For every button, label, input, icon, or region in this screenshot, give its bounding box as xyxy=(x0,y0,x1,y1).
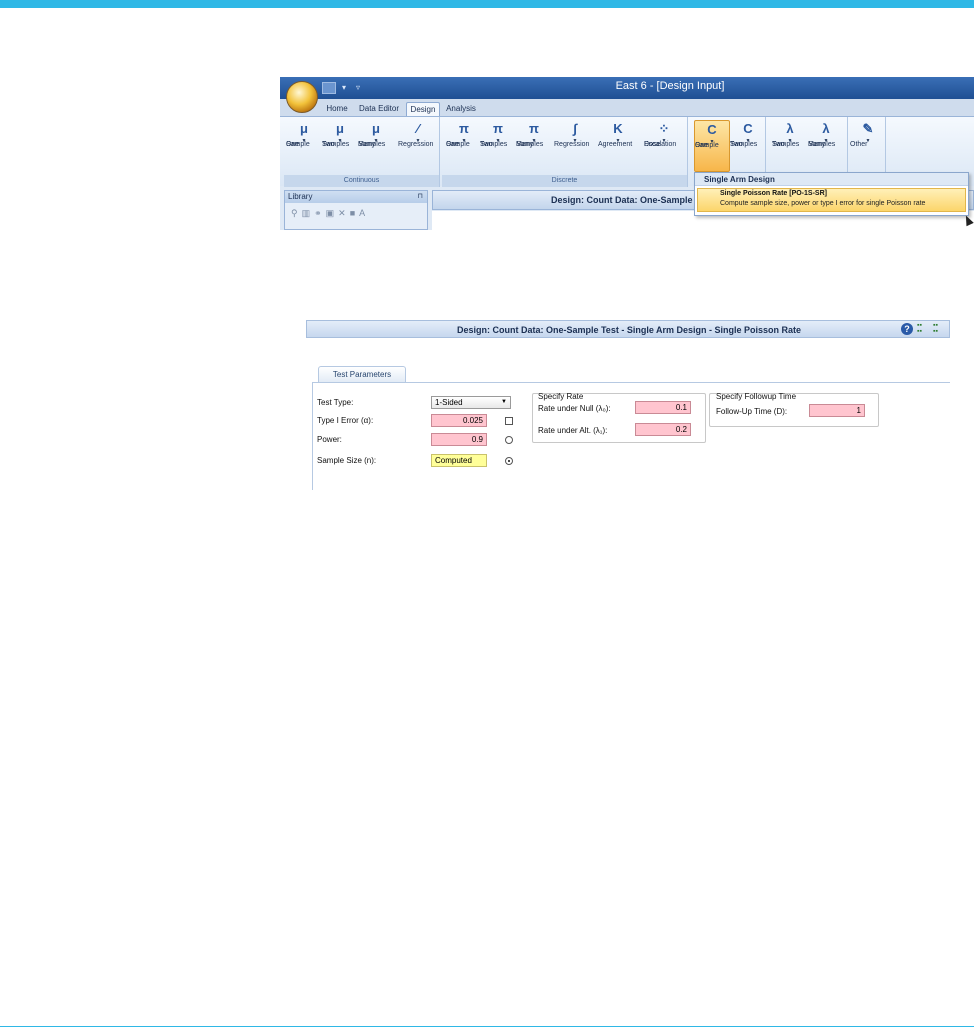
pi-many-samples-icon: π xyxy=(529,121,539,136)
many-samples-icon: μ xyxy=(372,121,380,136)
application-orb-icon[interactable] xyxy=(286,81,318,113)
one-sample-icon: μ xyxy=(300,121,308,136)
library-pane: Library ⊓ ⚲▥⚭▣✕■A xyxy=(284,190,428,230)
count-two-samples-button[interactable]: C Two Samples ▼ xyxy=(730,120,766,172)
discrete-group: π One Sample ▼ π Two Samples ▼ π Many Sa… xyxy=(442,117,688,187)
discrete-group-label: Discrete xyxy=(442,175,687,187)
menu-item-title: Single Poisson Rate [PO-1S-SR] xyxy=(720,190,827,197)
survival-many-samples-button[interactable]: λ Many Samples ▼ xyxy=(808,120,844,172)
search-icon[interactable]: ⚲ xyxy=(291,208,302,218)
lambda-two-samples-icon: λ xyxy=(786,121,794,136)
continuous-one-sample-button[interactable]: μ One Sample ▼ xyxy=(286,120,322,172)
count-one-sample-button[interactable]: C One Sample ▼ xyxy=(694,120,730,172)
specify-followup-title: Specify Followup Time xyxy=(716,392,797,401)
two-samples-icon: μ xyxy=(336,121,344,136)
save-icon[interactable]: ▣ xyxy=(326,208,339,218)
tab-home[interactable]: Home xyxy=(322,102,352,116)
square-icon[interactable]: ■ xyxy=(350,208,359,218)
text-icon[interactable]: A xyxy=(359,208,369,218)
null-rate-field[interactable]: 0.1 xyxy=(635,401,691,414)
window-title: East 6 - [Design Input] xyxy=(615,80,725,92)
count-one-sample-icon: C xyxy=(707,122,717,137)
continuous-many-samples-button[interactable]: μ Many Samples ▼ xyxy=(358,120,394,172)
library-title: Library xyxy=(288,192,313,201)
pi-two-samples-icon: π xyxy=(493,121,503,136)
alt-rate-label: Rate under Alt. (λ₁): xyxy=(538,426,608,435)
menu-item-description: Compute sample size, power or type I err… xyxy=(720,200,926,207)
ribbon-tabs: Home Data Editor Design Analysis xyxy=(280,99,974,116)
header-icons: ? ▪▪ ▪▪ ▪▪ ▪▪ xyxy=(901,322,945,335)
discrete-two-samples-button[interactable]: π Two Samples ▼ xyxy=(480,120,516,172)
test-parameters-panel: Test Type: 1-Sided ▼ Type I Error (α): 0… xyxy=(312,382,950,490)
discrete-regression-button[interactable]: ∫ Regression ▼ xyxy=(554,120,596,172)
customize-toolbar-icon[interactable]: ▿ xyxy=(356,83,364,93)
edit-icon: ✎ xyxy=(862,121,874,136)
kappa-icon: K xyxy=(613,121,623,136)
tab-design[interactable]: Design xyxy=(406,102,440,116)
chevron-down-icon: ▼ xyxy=(501,399,507,405)
design-input-screenshot: Design: Count Data: One-Sample Test - Si… xyxy=(306,318,950,490)
discrete-one-sample-button[interactable]: π One Sample ▼ xyxy=(446,120,482,172)
chart-icon[interactable]: ▥ xyxy=(302,208,315,218)
discrete-many-samples-button[interactable]: π Many Samples ▼ xyxy=(516,120,552,172)
library-toolbar: ⚲▥⚭▣✕■A xyxy=(285,203,427,224)
test-type-label: Test Type: xyxy=(317,398,354,407)
design-input-title: Design: Count Data: One-Sample Test - Si… xyxy=(456,325,802,335)
lambda-many-samples-icon: λ xyxy=(822,121,830,136)
power-field[interactable]: 0.9 xyxy=(431,433,487,446)
design-input-header: Design: Count Data: One-Sample Test - Si… xyxy=(306,320,950,338)
survival-two-samples-button[interactable]: λ Two Samples ▼ xyxy=(772,120,808,172)
sample-size-radio[interactable] xyxy=(505,457,513,465)
top-page-rule xyxy=(0,0,974,8)
sample-size-label: Sample Size (n): xyxy=(317,456,377,465)
tab-analysis[interactable]: Analysis xyxy=(444,102,478,116)
compare-icon[interactable]: ▪▪ ▪▪ xyxy=(917,322,929,335)
discrete-dose-escalation-button[interactable]: ⁘ Dose Escalation ▼ xyxy=(644,120,684,172)
settings-icon[interactable]: ▪▪ ▪▪ xyxy=(933,322,945,335)
quick-access-toolbar: ▾ ▿ xyxy=(322,81,364,95)
chevron-down-icon[interactable]: ▾ xyxy=(342,83,350,93)
type1-error-label: Type I Error (α): xyxy=(317,416,374,425)
continuous-group: μ One Sample ▼ μ Two Samples ▼ μ Many Sa… xyxy=(284,117,440,187)
continuous-two-samples-button[interactable]: μ Two Samples ▼ xyxy=(322,120,358,172)
followup-time-field[interactable]: 1 xyxy=(809,404,865,417)
power-radio[interactable] xyxy=(505,436,513,444)
dose-escalation-icon: ⁘ xyxy=(658,121,670,136)
single-poisson-rate-menu-item[interactable]: Single Poisson Rate [PO-1S-SR] Compute s… xyxy=(697,188,966,212)
dropdown-header: Single Arm Design xyxy=(695,173,968,186)
pi-regression-icon: ∫ xyxy=(573,121,577,136)
type1-error-field[interactable]: 0.025 xyxy=(431,414,487,427)
layout-icon[interactable] xyxy=(322,82,336,94)
one-sample-dropdown-menu: Single Arm Design Single Poisson Rate [P… xyxy=(694,172,969,216)
other-button[interactable]: ✎ Other ▼ xyxy=(850,120,886,172)
pin-icon[interactable]: ⊓ xyxy=(418,191,423,203)
count-two-samples-icon: C xyxy=(743,121,753,136)
link-icon[interactable]: ⚭ xyxy=(314,208,326,218)
followup-time-label: Follow-Up Time (D): xyxy=(716,407,788,416)
test-type-select[interactable]: 1-Sided ▼ xyxy=(431,396,511,409)
bottom-page-rule xyxy=(0,1026,974,1027)
null-rate-label: Rate under Null (λ₀): xyxy=(538,404,611,413)
type1-error-checkbox[interactable] xyxy=(505,417,513,425)
discrete-agreement-button[interactable]: K Agreement ▼ xyxy=(598,120,638,172)
pi-one-sample-icon: π xyxy=(459,121,469,136)
tab-data-editor[interactable]: Data Editor xyxy=(356,102,402,116)
continuous-group-label: Continuous xyxy=(284,175,439,187)
continuous-regression-button[interactable]: ⁄ Regression ▼ xyxy=(398,120,438,172)
ribbon-screenshot: ▾ ▿ East 6 - [Design Input] Home Data Ed… xyxy=(280,77,974,230)
sample-size-field[interactable]: Computed xyxy=(431,454,487,467)
specify-rate-title: Specify Rate xyxy=(538,392,584,401)
delete-icon[interactable]: ✕ xyxy=(338,208,350,218)
regression-icon: ⁄ xyxy=(416,121,420,136)
power-label: Power: xyxy=(317,435,342,444)
help-icon[interactable]: ? xyxy=(901,323,913,335)
alt-rate-field[interactable]: 0.2 xyxy=(635,423,691,436)
library-header: Library ⊓ xyxy=(285,191,427,203)
title-bar: ▾ ▿ East 6 - [Design Input] xyxy=(280,77,974,99)
tab-test-parameters[interactable]: Test Parameters xyxy=(318,366,406,382)
